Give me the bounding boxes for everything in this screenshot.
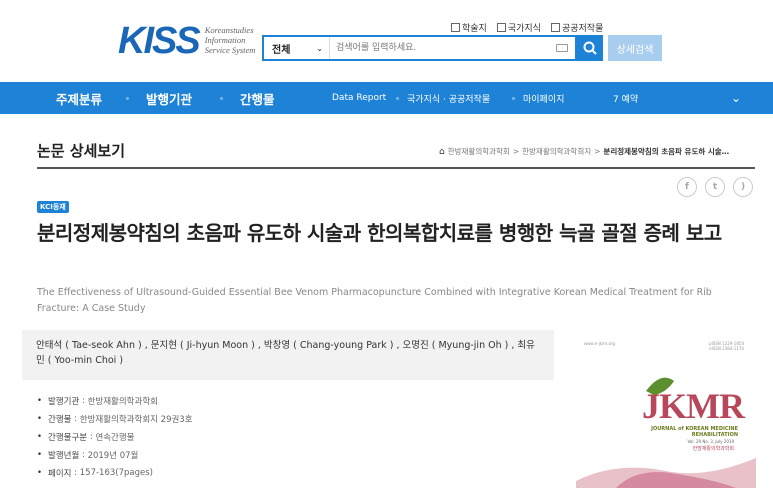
search-icon	[583, 41, 597, 55]
meta-key: 발행기관	[48, 397, 80, 407]
nav-item-publisher[interactable]: 발행기관	[146, 82, 192, 114]
cover-volume: Vol. 29 No. 3, July 2019	[687, 439, 734, 444]
chevron-down-icon: ⌄	[316, 43, 323, 53]
logo-sub-line: Service System	[204, 44, 256, 55]
article-title-en: The Effectiveness of Ultrasound-Guided E…	[37, 287, 712, 314]
checkbox-icon[interactable]	[451, 23, 460, 32]
checkbox-icon[interactable]	[550, 23, 560, 32]
site-header: KISS Koreanstudies Information Service S…	[0, 0, 773, 82]
divider	[37, 167, 755, 169]
meta-value: 연속간행물	[95, 433, 135, 443]
search-scope-select[interactable]: 전체 ⌄	[264, 37, 330, 59]
cover-logo: JKMR	[642, 386, 745, 426]
meta-value: 2019년 07월	[87, 451, 139, 461]
logo-mark: KISS	[118, 20, 201, 62]
search-bar: 전체 ⌄	[262, 35, 577, 61]
keyboard-icon[interactable]	[549, 37, 575, 59]
scope-label: 국가지식	[507, 24, 541, 34]
meta-key: 페이지	[48, 469, 72, 479]
advanced-search-button[interactable]: 상세검색	[608, 35, 662, 61]
meta-value: 한방재활의학과학회지 29권3호	[79, 415, 193, 425]
cover-society: 한방재활의학과학회	[692, 446, 734, 452]
home-icon[interactable]: ⌂	[439, 147, 445, 157]
scope-label: 공공저작물	[561, 24, 604, 34]
nav-item-publication[interactable]: 간행물	[240, 82, 275, 114]
meta-item-date: 발행년월 : 2019년 07월	[37, 446, 193, 464]
breadcrumb-current: 분리정제봉약침의 초음파 유도하 시술…	[603, 147, 730, 156]
logo-subtitle: Koreanstudies Information Service System	[205, 26, 256, 55]
nav-item-national-knowledge[interactable]: 국가지식 · 공공저작물	[407, 82, 490, 114]
breadcrumb-item[interactable]: 한방재활의학과학회	[448, 146, 510, 157]
scope-label: 학술지	[462, 24, 487, 34]
meta-item-pages: 페이지 : 157-163(7pages)	[37, 464, 193, 482]
checkbox-icon[interactable]	[496, 23, 506, 32]
facebook-icon[interactable]: f	[677, 177, 697, 197]
kiss-logo[interactable]: KISS Koreanstudies Information Service S…	[118, 22, 255, 60]
nav-dot	[126, 97, 129, 100]
search-button[interactable]	[577, 35, 603, 61]
meta-item-type: 간행물구분 : 연속간행물	[37, 428, 193, 446]
scope-national-checkbox[interactable]: 국가지식	[496, 21, 541, 34]
chevron-down-icon[interactable]: ⌄	[731, 91, 741, 105]
twitter-icon[interactable]: t	[705, 177, 725, 197]
article-meta-list: 발행기관 : 한방재활의학과학회 간행물 : 한방재활의학과학회지 29권3호 …	[37, 392, 193, 482]
nav-item-data-report[interactable]: Data Report	[332, 82, 386, 114]
meta-key: 간행물구분	[48, 433, 88, 443]
meta-item-publication: 간행물 : 한방재활의학과학회지 29권3호	[37, 410, 193, 428]
main-nav: 주제분류 발행기관 간행물 Data Report 국가지식 · 공공저작물 마…	[0, 82, 773, 114]
nav-dot	[220, 97, 223, 100]
nav-item-subject[interactable]: 주제분류	[56, 82, 102, 114]
meta-item-publisher: 발행기관 : 한방재활의학과학회	[37, 392, 193, 410]
search-input[interactable]	[330, 37, 549, 59]
author-list[interactable]: 안태석 ( Tae-seok Ahn ) , 문지현 ( Ji-hyun Moo…	[22, 330, 554, 380]
meta-key: 발행년월	[48, 451, 80, 461]
nav-dot	[512, 97, 515, 100]
cover-journal-title: JOURNAL of KOREAN MEDICINE REHABILITATIO…	[651, 426, 738, 438]
search-scope-value: 전체	[272, 44, 291, 56]
breadcrumb-separator: >	[594, 147, 601, 156]
nav-item-mypage[interactable]: 마이페이지	[523, 82, 564, 114]
meta-value: 157-163(7pages)	[79, 468, 153, 478]
cover-issn: pISSN 1229-1854 eISSN 2384-1174	[709, 341, 744, 351]
meta-key: 간행물	[48, 415, 72, 425]
rss-icon[interactable]: )	[733, 177, 753, 197]
meta-value: 한방재활의학과학회	[87, 397, 158, 407]
nav-item-reservation[interactable]: 7 예약	[613, 82, 638, 114]
nav-dot	[396, 97, 399, 100]
scope-journal-checkbox[interactable]: 학술지	[451, 21, 487, 34]
search-scope-options: 학술지 국가지식 공공저작물	[451, 21, 603, 34]
article-title-ko: 분리정제봉약침의 초음파 유도하 시술과 한의복합치료를 병행한 늑골 골절 증…	[37, 221, 722, 245]
kci-badge: KCI등재	[37, 201, 69, 213]
page-title: 논문 상세보기	[37, 142, 126, 160]
cover-title-line: REHABILITATION	[691, 432, 738, 438]
scope-public-checkbox[interactable]: 공공저작물	[550, 21, 604, 34]
breadcrumb: ⌂ 한방재활의학과학회 > 한방재활의학과학회지 > 분리정제봉약침의 초음파 …	[439, 146, 729, 157]
share-buttons: f t )	[677, 177, 753, 197]
breadcrumb-item[interactable]: 한방재활의학과학회지	[522, 146, 591, 157]
cover-url: www.e-jkmr.org	[584, 341, 616, 346]
breadcrumb-separator: >	[512, 147, 520, 156]
journal-cover-image: www.e-jkmr.org pISSN 1229-1854 eISSN 2384…	[576, 333, 756, 488]
